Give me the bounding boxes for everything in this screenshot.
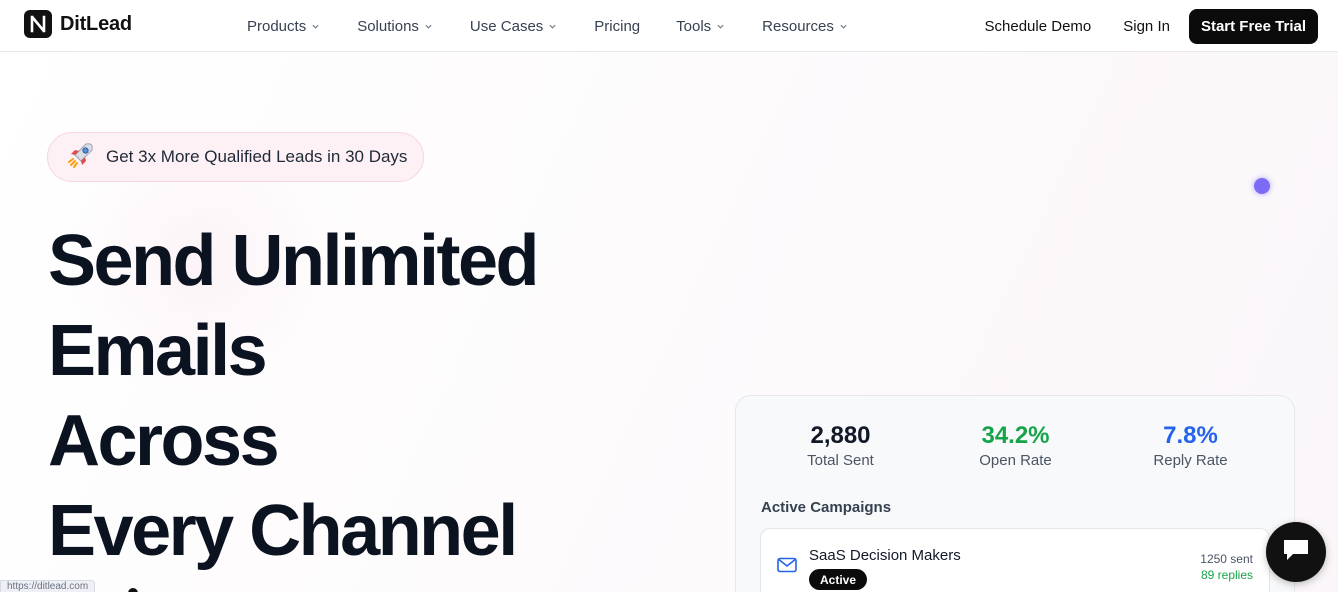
headline-line: Across [48,401,280,481]
chevron-down-icon [312,24,319,29]
nav-item-products[interactable]: Products [247,18,320,35]
start-free-trial-button[interactable]: Start Free Trial [1188,8,1318,44]
campaign-replies-count: 89 replies [1200,568,1253,582]
main-menu: Products Solutions Use Cases Pricing Too… [247,0,848,52]
stat-label: Total Sent [807,452,874,469]
campaign-row[interactable]: SaaS Decision Makers Active 1250 sent 89… [760,528,1270,592]
nav-item-label: Resources [762,17,834,35]
decorative-dot-small [128,588,138,592]
campaign-stats-card: 2,880 Total Sent 34.2% Open Rate 7.8% Re… [735,395,1295,592]
nav-item-label: Use Cases [469,17,544,35]
chevron-down-icon [549,24,556,29]
nav-item-use-cases[interactable]: Use Cases [470,18,557,35]
status-bar-url: https://ditlead.com [0,580,96,592]
decorative-dot [1254,178,1270,194]
headline-line: Emails [48,311,268,391]
stat-label: Open Rate [979,452,1052,469]
chevron-down-icon [717,24,724,29]
rocket-icon [66,140,96,175]
stat-open-rate: 34.2% Open Rate [928,422,1103,469]
nav-item-pricing[interactable]: Pricing [594,18,640,35]
nav-item-tools[interactable]: Tools [676,18,725,35]
brand-name: DitLead [60,12,132,35]
nav-item-solutions[interactable]: Solutions [357,18,433,35]
chevron-down-icon [840,24,847,29]
nav-item-label: Products [247,17,307,35]
chevron-down-icon [425,24,432,29]
stat-value: 7.8% [1163,422,1218,449]
campaign-sent-count: 1250 sent [1200,552,1253,566]
headline-line: Send Unlimited [48,221,540,301]
sign-in-link[interactable]: Sign In [1123,18,1170,35]
stat-total-sent: 2,880 Total Sent [753,422,928,469]
brand-logo[interactable]: DitLead [24,10,132,38]
chat-bubble-icon [1281,537,1311,568]
hero-headline: Send Unlimited Emails Across Every Chann… [48,216,688,576]
stat-reply-rate: 7.8% Reply Rate [1103,422,1278,469]
status-badge: Active [809,569,868,590]
nav-item-resources[interactable]: Resources [762,18,848,35]
stat-value: 34.2% [981,422,1050,449]
hero-badge: Get 3x More Qualified Leads in 30 Days [47,132,424,182]
nav-item-label: Tools [676,17,712,35]
logo-mark-icon [24,10,52,38]
active-campaigns-title: Active Campaigns [761,499,892,516]
schedule-demo-link[interactable]: Schedule Demo [985,18,1092,35]
stat-value: 2,880 [810,422,871,449]
stats-row: 2,880 Total Sent 34.2% Open Rate 7.8% Re… [736,422,1294,469]
chat-launcher-button[interactable] [1266,522,1326,582]
nav-actions: Schedule Demo Sign In Start Free Trial [985,6,1318,46]
stat-label: Reply Rate [1153,452,1228,469]
headline-line: Every Channel [48,491,518,571]
mail-icon [777,557,797,578]
campaign-name: SaaS Decision Makers [809,547,961,564]
nav-item-label: Pricing [594,17,641,35]
top-nav: DitLead Products Solutions Use Cases Pri… [0,0,1338,52]
nav-item-label: Solutions [357,17,419,35]
hero-badge-text: Get 3x More Qualified Leads in 30 Days [106,147,408,166]
